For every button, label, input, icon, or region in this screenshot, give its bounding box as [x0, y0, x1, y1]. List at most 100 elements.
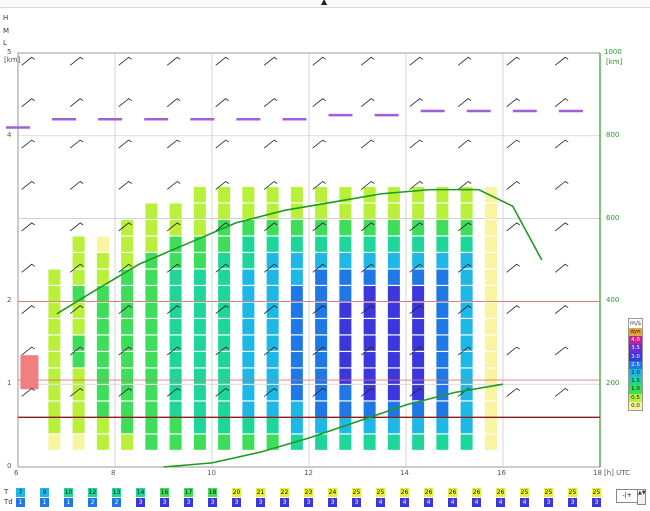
thermal-cell	[169, 286, 182, 302]
thermal-cell	[436, 236, 449, 252]
thermal-cell	[339, 269, 352, 285]
thermal-cell	[315, 187, 328, 203]
thermal-cell	[242, 401, 255, 417]
thermal-cell	[315, 286, 328, 302]
thermal-cell	[242, 434, 255, 450]
dewpoint-cell: 3	[304, 498, 313, 507]
thermal-cell	[96, 434, 109, 450]
wind-barb	[263, 98, 278, 107]
temperature-cell: 12	[88, 488, 97, 497]
thermal-cell	[412, 434, 425, 450]
wind-barb	[118, 98, 132, 107]
thermal-cell	[218, 418, 231, 434]
thermal-cell	[218, 352, 231, 368]
thermal-cell	[72, 368, 85, 384]
thermal-cell	[242, 319, 255, 335]
thermal-cell	[460, 418, 473, 434]
thermal-cell	[48, 418, 61, 434]
thermal-cell	[218, 203, 231, 219]
right-axis-unit: [km]	[606, 58, 623, 66]
thermal-cell	[242, 302, 255, 318]
thermal-cell	[412, 187, 425, 203]
thermal-cell	[145, 286, 158, 302]
surface-values-panel: T Td 7 9 10 12 13 14 16 17 18 20 21 22 23 24 25 25 26 26 2…	[0, 487, 650, 511]
thermal-cell	[169, 269, 182, 285]
legend-swatch: 1.0	[628, 385, 643, 394]
thermal-cell	[266, 352, 279, 368]
thermal-cell	[339, 434, 352, 450]
temperature-cell: 17	[184, 488, 193, 497]
thermal-cell	[339, 253, 352, 269]
thermal-cell	[145, 418, 158, 434]
temperature-cell: 26	[424, 488, 433, 497]
legend-unit: m/s	[628, 318, 643, 328]
thermal-cell	[96, 335, 109, 351]
thermal-cell	[484, 401, 497, 417]
thermal-cell	[339, 203, 352, 219]
wind-barb	[506, 222, 520, 232]
zoom-stepper[interactable]: -|+	[616, 489, 638, 503]
wind-barb	[457, 56, 472, 66]
thermal-cell	[121, 401, 134, 417]
thermal-cell	[169, 352, 182, 368]
thermal-cell	[48, 368, 61, 384]
temperature-cell: 23	[304, 488, 313, 497]
thermal-cell	[412, 286, 425, 302]
thermal-cell	[363, 203, 376, 219]
wind-barb	[554, 56, 569, 66]
dewpoint-cell: 3	[280, 498, 289, 507]
thermal-cell	[218, 236, 231, 252]
thermal-cell	[145, 319, 158, 335]
legend-swatch: dyn	[628, 328, 643, 337]
thermal-cell	[436, 434, 449, 450]
temperature-cell: 24	[328, 488, 337, 497]
thermal-cell	[72, 319, 85, 335]
thermal-cell	[290, 220, 303, 236]
thermal-cell	[266, 286, 279, 302]
legend-swatch: 0.0	[628, 401, 643, 411]
wind-barb	[21, 98, 35, 107]
thermal-cell	[484, 352, 497, 368]
x-axis-tick-18: 18	[593, 469, 602, 477]
left-axis-tick-1: 1	[7, 379, 12, 387]
thermal-cell	[387, 253, 400, 269]
thermal-cell	[145, 368, 158, 384]
temperature-cell: 26	[496, 488, 505, 497]
wind-barb	[69, 222, 84, 232]
wind-barb	[69, 98, 84, 107]
thermal-cell	[436, 335, 449, 351]
left-axis-tick-2: 2	[7, 296, 12, 304]
thermal-cell	[412, 401, 425, 417]
wind-barb	[554, 387, 569, 397]
thermal-cell	[242, 236, 255, 252]
thermal-cell	[315, 269, 328, 285]
thermal-cell	[387, 220, 400, 236]
thermal-forecast-plot	[6, 52, 601, 468]
thermal-cell	[339, 401, 352, 417]
thermal-cell	[460, 434, 473, 450]
thermal-cell	[290, 335, 303, 351]
thermal-cell	[145, 434, 158, 450]
thermal-cell	[218, 319, 231, 335]
thermal-cell	[412, 236, 425, 252]
wind-barb	[21, 222, 35, 232]
wind-barb	[506, 346, 520, 356]
dewpoint-cell: 4	[400, 498, 409, 507]
wind-barb	[554, 222, 569, 232]
thermal-cell	[48, 302, 61, 318]
scroll-arrows[interactable]: ▲▼	[637, 489, 646, 505]
thermal-cell	[242, 269, 255, 285]
thermal-cell	[290, 236, 303, 252]
thermal-cell	[387, 203, 400, 219]
legend-swatch: 3.0	[628, 352, 643, 361]
thermal-cell	[387, 319, 400, 335]
dewpoint-cell: 3	[256, 498, 265, 507]
thermal-cell	[436, 286, 449, 302]
thermal-cell	[169, 434, 182, 450]
thermal-cell	[96, 418, 109, 434]
wind-barb	[215, 98, 229, 107]
wind-barb	[312, 98, 326, 107]
left-axis-tick-0: 0	[7, 462, 12, 470]
thermal-cell	[290, 368, 303, 384]
right-axis-tick-400: 400	[606, 296, 620, 304]
